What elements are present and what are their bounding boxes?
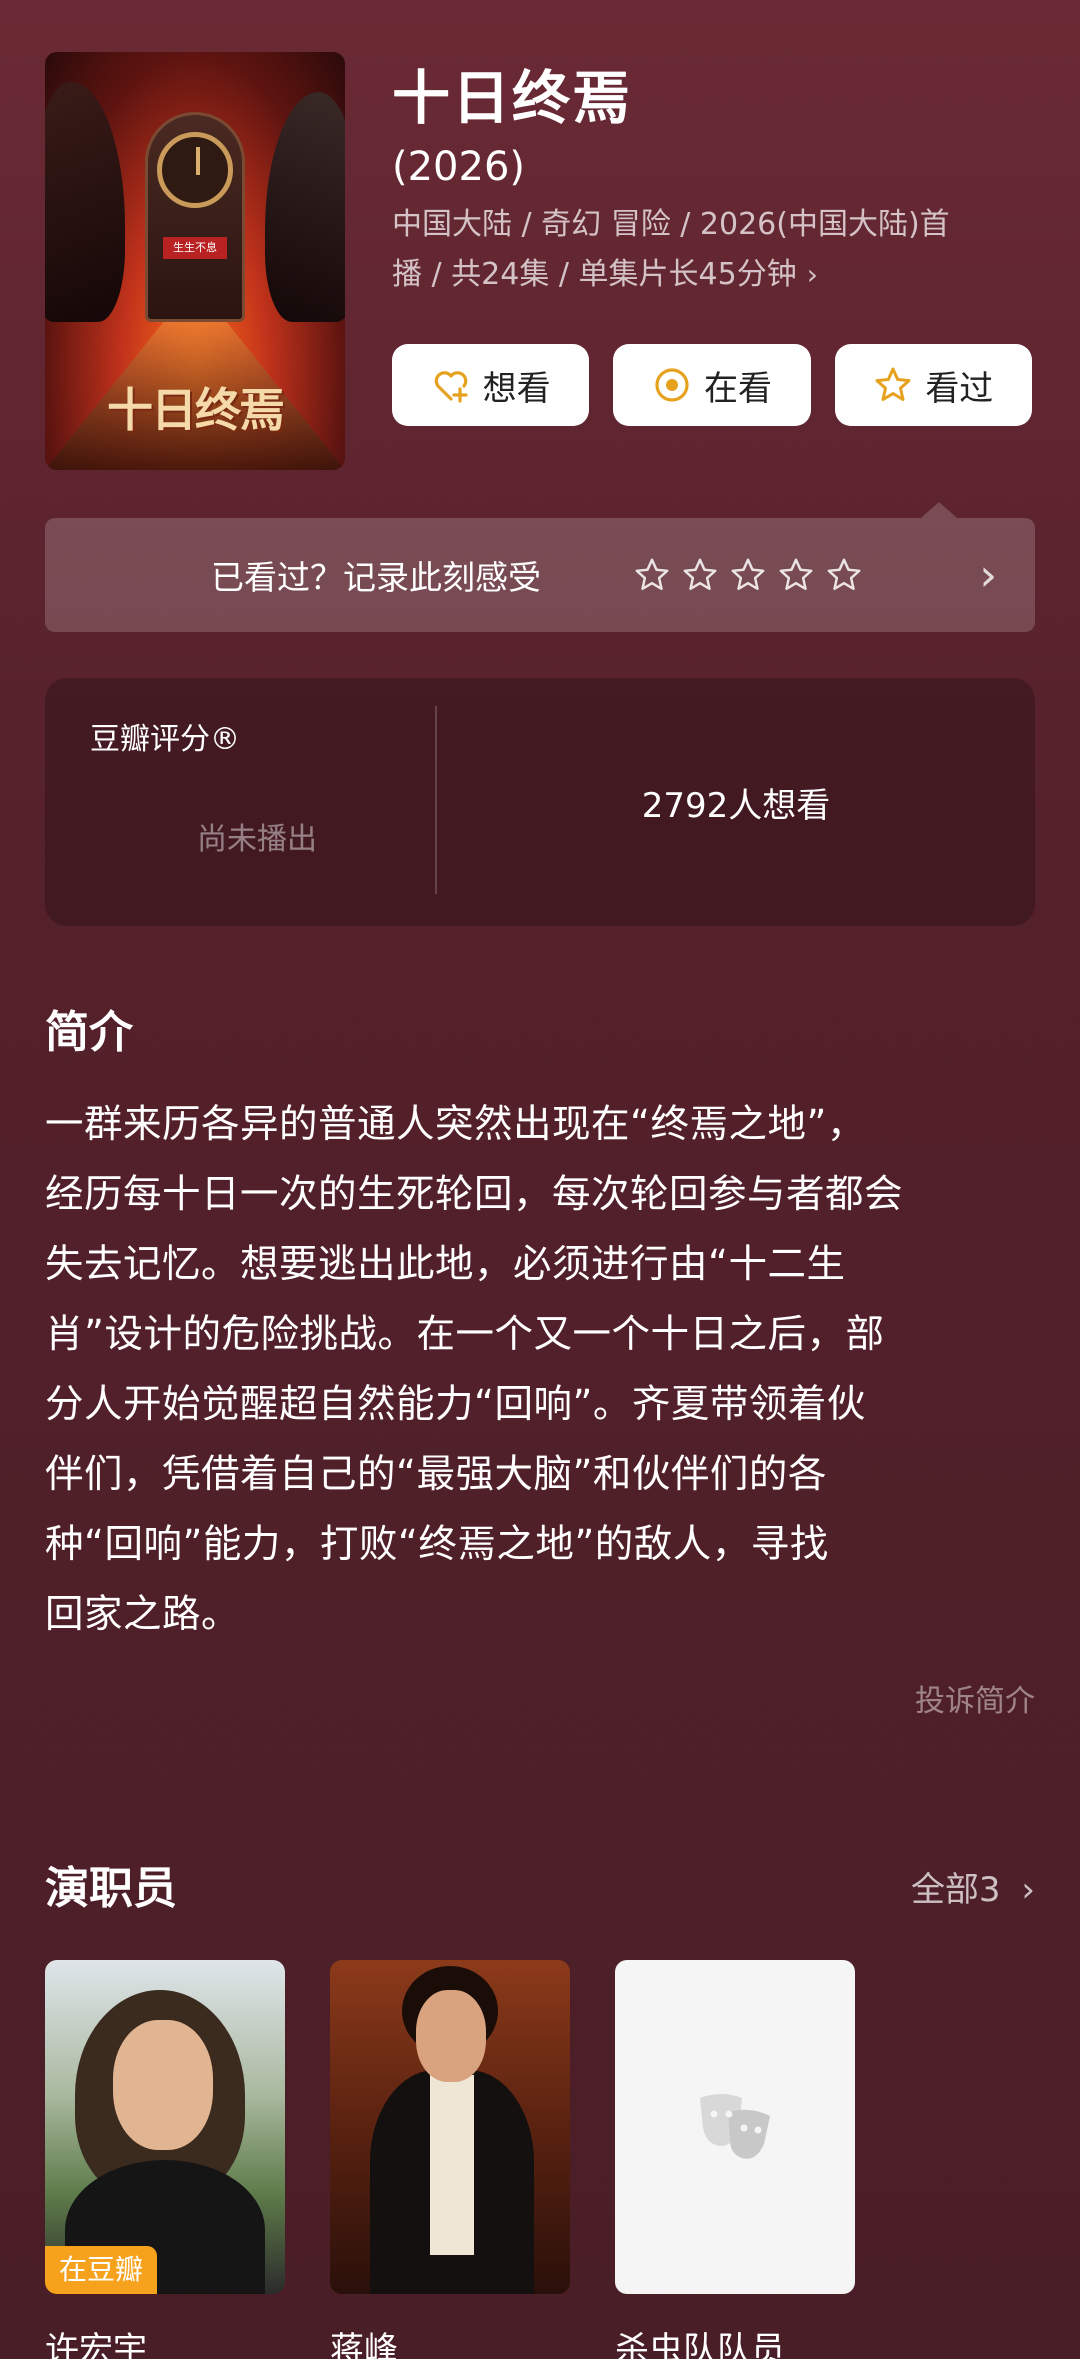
rate-bar[interactable]: 已看过？记录此刻感受 › (45, 502, 1035, 632)
movie-meta[interactable]: 中国大陆 / 奇幻 冒险 / 2026(中国大陆)首 播 / 共24集 / 单集… (392, 200, 1022, 300)
watched-button[interactable]: 看过 (834, 344, 1032, 426)
star-outline-icon[interactable] (681, 556, 719, 594)
poster-title-art: 十日终焉 (107, 383, 285, 437)
score-card: 豆瓣评分® 尚未播出 2792人想看 (45, 678, 1035, 926)
star-outline-icon[interactable] (633, 556, 671, 594)
target-icon (655, 368, 689, 402)
cast-photo-shirt (430, 2075, 474, 2255)
synopsis-line: 分人开始觉醒超自然能力“回响”。齐夏带领着伙 (45, 1382, 866, 1427)
complain-synopsis-link[interactable]: 投诉简介 (915, 1676, 1035, 1720)
want-count: 2792人想看 (641, 786, 831, 826)
synopsis-line: 种“回响”能力，打败“终焉之地”的敌人，寻找 (45, 1522, 829, 1567)
heart-plus-icon (434, 371, 468, 403)
poster-monster-left (45, 82, 125, 322)
star-outline-icon[interactable] (729, 556, 767, 594)
want-to-watch-label: 想看 (482, 368, 551, 409)
synopsis-line: 伴们，凭借着自己的“最强大脑”和伙伴们的各 (45, 1452, 827, 1497)
rate-prompt: 已看过？记录此刻感受 (211, 558, 541, 597)
chevron-right-icon: › (1021, 1870, 1035, 1910)
cast-photo (330, 1960, 570, 2294)
cast-member[interactable]: 杀虫队队员 (615, 1960, 855, 2359)
watched-label: 看过 (925, 368, 994, 409)
chevron-right-icon: › (979, 549, 997, 601)
cast-photo-placeholder (615, 1960, 855, 2294)
star-outline-icon[interactable] (825, 556, 863, 594)
cast-photo-face (113, 2020, 213, 2150)
watching-button[interactable]: 在看 (613, 344, 811, 426)
movie-header: 生生不息 十日终焉 十日终焉 (2026) 中国大陆 / 奇幻 冒险 / 202… (45, 52, 1035, 472)
synopsis-text: 一群来历各异的普通人突然出现在“终焉之地”， 经历每十日一次的生死轮回，每次轮回… (45, 1090, 1035, 1650)
cast-photo-face (416, 1990, 486, 2082)
poster-clock (157, 132, 233, 208)
movie-meta-line-2: 播 / 共24集 / 单集片长45分钟 › (392, 250, 1022, 300)
cast-member[interactable]: 在豆瓣 许宏宇 (45, 1960, 285, 2359)
cast-member[interactable]: 蒋峰 (330, 1960, 570, 2359)
movie-meta-line-1: 中国大陆 / 奇幻 冒险 / 2026(中国大陆)首 (392, 207, 950, 242)
star-outline-icon[interactable] (777, 556, 815, 594)
watching-label: 在看 (703, 368, 772, 409)
synopsis-title: 简介 (45, 1007, 133, 1058)
theater-masks-icon (700, 2094, 770, 2159)
movie-meta-line-2-text: 播 / 共24集 / 单集片长45分钟 (392, 257, 797, 292)
movie-title: 十日终焉 (392, 64, 633, 132)
synopsis-line: 经历每十日一次的生死轮回，每次轮回参与者都会 (45, 1172, 904, 1217)
cast-all-link[interactable]: 全部3 › (911, 1862, 1035, 1911)
cast-name: 杀虫队队员 (615, 2330, 785, 2359)
cast-list: 在豆瓣 许宏宇 蒋峰 杀虫队队员 (45, 1960, 855, 2359)
rating-stars (633, 556, 863, 594)
action-buttons: 想看 在看 看过 (392, 344, 1032, 426)
rate-bar-pointer (921, 502, 957, 518)
movie-info: 十日终焉 (2026) 中国大陆 / 奇幻 冒险 / 2026(中国大陆)首 播… (392, 52, 1032, 426)
movie-year: (2026) (392, 144, 526, 190)
cast-title: 演职员 (45, 1863, 177, 1914)
want-to-watch-button[interactable]: 想看 (392, 344, 590, 426)
chevron-right-icon: › (806, 258, 818, 291)
score-status: 尚未播出 (197, 822, 317, 857)
douban-score-label: 豆瓣评分® (90, 722, 240, 757)
synopsis-line: 肖”设计的危险挑战。在一个又一个十日之后，部 (45, 1312, 885, 1357)
cast-all-label: 全部3 (910, 1870, 1001, 1910)
synopsis-line: 回家之路。 (45, 1592, 241, 1637)
synopsis-line: 一群来历各异的普通人突然出现在“终焉之地”， (45, 1102, 866, 1147)
cast-name: 许宏宇 (45, 2330, 147, 2359)
cast-photo: 在豆瓣 (45, 1960, 285, 2294)
synopsis-line: 失去记忆。想要逃出此地，必须进行由“十二生 (45, 1242, 846, 1287)
star-outline-icon (875, 367, 911, 401)
cast-name: 蒋峰 (330, 2330, 398, 2359)
poster-sign: 生生不息 (163, 237, 227, 259)
movie-poster[interactable]: 生生不息 十日终焉 (45, 52, 345, 470)
on-douban-badge: 在豆瓣 (45, 2246, 158, 2294)
poster-monster-right (265, 92, 345, 322)
